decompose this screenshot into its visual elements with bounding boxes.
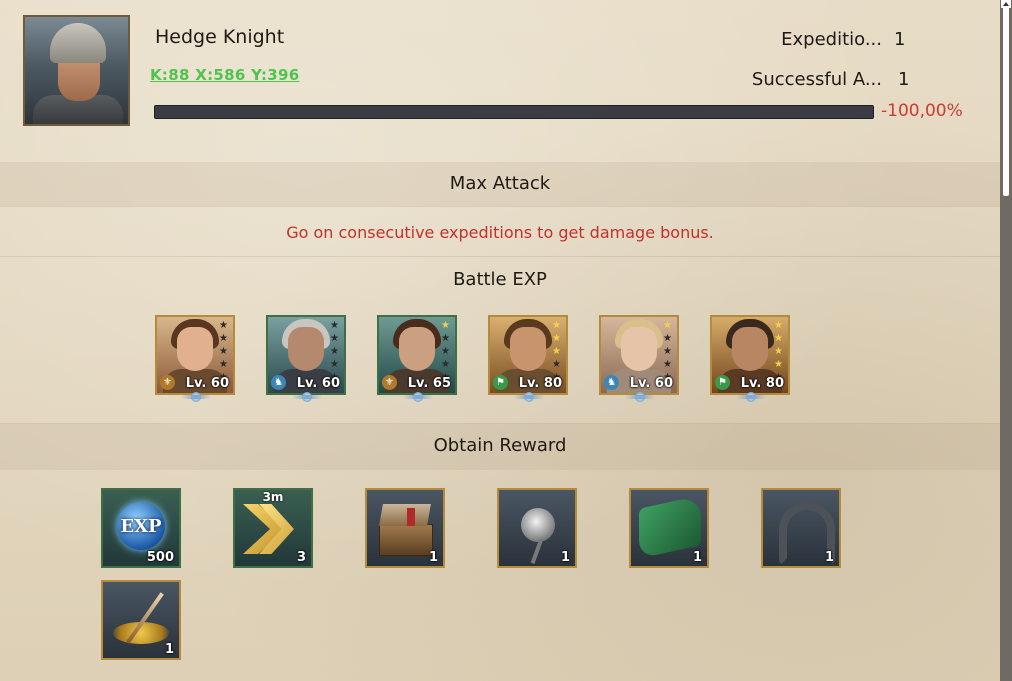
hero-level: Lv. 60 bbox=[296, 376, 340, 391]
hero-stars: ★ ★ ★ ★ ★ bbox=[441, 320, 452, 384]
reward-quantity: 1 bbox=[824, 550, 834, 565]
star-empty-icon: ★ bbox=[330, 320, 339, 331]
expeditions-value: 1 bbox=[894, 29, 906, 50]
hero-stars: ★ ★ ★ ★ ★ bbox=[663, 320, 674, 384]
star-filled-icon: ★ bbox=[552, 333, 561, 344]
rank-badge-icon bbox=[736, 391, 766, 403]
damage-bonus-percent: -100,00% bbox=[881, 101, 963, 121]
hero-level: Lv. 80 bbox=[518, 376, 562, 391]
hero-card[interactable]: ★ ★ ★ ★ ★ ♞ Lv. 60 bbox=[266, 315, 346, 402]
star-empty-icon: ★ bbox=[552, 359, 561, 370]
hero-stars: ★ ★ ★ ★ ★ bbox=[330, 320, 341, 384]
divider bbox=[0, 256, 1000, 257]
hero-card[interactable]: ★ ★ ★ ★ ★ ⚑ Lv. 80 bbox=[488, 315, 568, 402]
reward-item[interactable]: 1 bbox=[101, 580, 181, 660]
reward-item[interactable]: 1 bbox=[365, 488, 445, 568]
bow-icon: ⚑ bbox=[493, 375, 508, 390]
reward-quantity: 1 bbox=[692, 550, 702, 565]
hero-face bbox=[288, 327, 324, 371]
star-empty-icon: ★ bbox=[441, 333, 450, 344]
star-empty-icon: ★ bbox=[663, 346, 672, 357]
star-filled-icon: ★ bbox=[774, 320, 783, 331]
star-empty-icon: ★ bbox=[219, 320, 228, 331]
scrollbar-thumb[interactable] bbox=[1003, 0, 1009, 196]
reward-item[interactable]: 1 bbox=[761, 488, 841, 568]
rank-badge-icon bbox=[514, 391, 544, 403]
reward-quantity: 500 bbox=[146, 550, 174, 565]
star-filled-icon: ★ bbox=[441, 320, 450, 331]
expeditions-label: Expeditio... bbox=[781, 29, 882, 50]
hero-face bbox=[621, 327, 657, 371]
reward-quantity: 3 bbox=[296, 550, 306, 565]
reward-quantity: 1 bbox=[428, 550, 438, 565]
damage-progress-bar bbox=[154, 105, 874, 119]
reward-quantity: 1 bbox=[560, 550, 570, 565]
star-empty-icon: ★ bbox=[441, 359, 450, 370]
bow-icon: ⚑ bbox=[715, 375, 730, 390]
hero-stars: ★ ★ ★ ★ ★ bbox=[774, 320, 785, 384]
expedition-hint: Go on consecutive expeditions to get dam… bbox=[286, 223, 714, 242]
scrollbar[interactable] bbox=[1000, 0, 1012, 681]
hero-level: Lv. 60 bbox=[185, 376, 229, 391]
star-empty-icon: ★ bbox=[663, 333, 672, 344]
hero-face bbox=[732, 327, 768, 371]
star-empty-icon: ★ bbox=[330, 333, 339, 344]
star-empty-icon: ★ bbox=[330, 346, 339, 357]
star-empty-icon: ★ bbox=[219, 333, 228, 344]
commander-portrait[interactable] bbox=[23, 15, 130, 126]
star-filled-icon: ★ bbox=[774, 333, 783, 344]
horse-icon: ♞ bbox=[271, 375, 286, 390]
star-empty-icon: ★ bbox=[219, 359, 228, 370]
star-filled-icon: ★ bbox=[774, 346, 783, 357]
star-filled-icon: ★ bbox=[552, 346, 561, 357]
rank-badge-icon bbox=[403, 391, 433, 403]
scroll-up-arrow-icon[interactable] bbox=[1001, 0, 1011, 8]
hero-card[interactable]: ★ ★ ★ ★ ★ ⚜ Lv. 60 bbox=[155, 315, 235, 402]
hero-card[interactable]: ★ ★ ★ ★ ★ ♞ Lv. 60 bbox=[599, 315, 679, 402]
star-filled-icon: ★ bbox=[552, 320, 561, 331]
reward-quantity: 1 bbox=[164, 642, 174, 657]
star-empty-icon: ★ bbox=[663, 359, 672, 370]
divider bbox=[0, 206, 1000, 207]
star-empty-icon: ★ bbox=[330, 359, 339, 370]
rank-badge-icon bbox=[292, 391, 322, 403]
star-filled-icon: ★ bbox=[774, 359, 783, 370]
hero-face bbox=[177, 327, 213, 371]
knight-helmet-icon bbox=[50, 23, 106, 63]
hero-stars: ★ ★ ★ ★ ★ bbox=[219, 320, 230, 384]
star-filled-icon: ★ bbox=[663, 320, 672, 331]
coordinates-link[interactable]: K:88 X:586 Y:396 bbox=[150, 66, 299, 84]
horse-icon: ♞ bbox=[604, 375, 619, 390]
shield-icon: ⚜ bbox=[382, 375, 397, 390]
hero-card[interactable]: ★ ★ ★ ★ ★ ⚑ Lv. 80 bbox=[710, 315, 790, 402]
successful-attacks-value: 1 bbox=[898, 69, 910, 90]
battle-exp-title: Battle EXP bbox=[453, 269, 547, 290]
hero-card[interactable]: ★ ★ ★ ★ ★ ⚜ Lv. 65 bbox=[377, 315, 457, 402]
reward-timer: 3m bbox=[262, 490, 284, 504]
hero-level: Lv. 65 bbox=[407, 376, 451, 391]
hero-level: Lv. 80 bbox=[740, 376, 784, 391]
reward-item[interactable]: 3m 3 bbox=[233, 488, 313, 568]
reward-item[interactable]: EXP 500 bbox=[101, 488, 181, 568]
star-empty-icon: ★ bbox=[441, 346, 450, 357]
reward-item[interactable]: 1 bbox=[629, 488, 709, 568]
rank-badge-icon bbox=[181, 391, 211, 403]
max-attack-title: Max Attack bbox=[449, 173, 551, 194]
star-empty-icon: ★ bbox=[219, 346, 228, 357]
hero-face bbox=[399, 327, 435, 371]
reward-item[interactable]: 1 bbox=[497, 488, 577, 568]
hero-stars: ★ ★ ★ ★ ★ bbox=[552, 320, 563, 384]
hero-level: Lv. 60 bbox=[629, 376, 673, 391]
rank-badge-icon bbox=[625, 391, 655, 403]
hero-face bbox=[510, 327, 546, 371]
commander-name: Hedge Knight bbox=[155, 26, 285, 48]
successful-attacks-label: Successful A... bbox=[751, 69, 882, 90]
shield-icon: ⚜ bbox=[160, 375, 175, 390]
obtain-reward-title: Obtain Reward bbox=[433, 435, 567, 456]
